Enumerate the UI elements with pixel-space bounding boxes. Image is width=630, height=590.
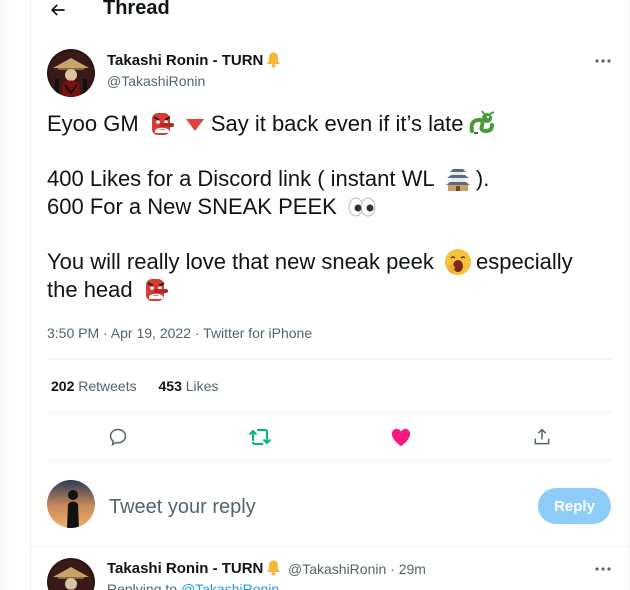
tweet-text-segment: 400 Likes for a Discord link ( instant W… bbox=[47, 166, 440, 191]
reply-bubble-icon bbox=[109, 428, 127, 446]
reply-handle-time[interactable]: @TakashiRonin · 29m bbox=[288, 561, 426, 577]
bell-icon bbox=[265, 51, 282, 74]
more-horizontal-icon bbox=[595, 59, 611, 63]
replying-prefix: Replying to bbox=[107, 581, 181, 590]
tengu-mask-emoji bbox=[145, 279, 168, 301]
more-options-button[interactable] bbox=[592, 53, 614, 69]
more-horizontal-icon bbox=[595, 567, 611, 571]
japanese-castle-emoji bbox=[445, 169, 470, 191]
like-button[interactable] bbox=[389, 425, 413, 449]
replying-to-line: Replying to @TakashiRonin bbox=[107, 581, 279, 590]
source-label[interactable]: Twitter for iPhone bbox=[203, 325, 312, 341]
retweets-stat[interactable]: 202 Retweets bbox=[51, 378, 137, 394]
tweet-text: Eyoo GM Say it back even if it’s late 40… bbox=[47, 110, 617, 304]
divider bbox=[47, 412, 613, 413]
tweet-text-segment: Say it back even if it’s late bbox=[210, 111, 464, 136]
left-panel-edge bbox=[0, 0, 12, 590]
share-icon bbox=[534, 428, 550, 445]
reply-submit-button[interactable]: Reply bbox=[538, 488, 611, 524]
page-title: Thread bbox=[103, 0, 170, 19]
heart-filled-icon bbox=[391, 428, 411, 447]
back-button[interactable] bbox=[46, 0, 70, 22]
tweet-line: 600 For a New SNEAK PEEK bbox=[47, 193, 617, 221]
thread-page: Thread Takashi Ronin - TURN @TakashiRoni… bbox=[0, 0, 630, 590]
tweet-text-segment: Eyoo GM bbox=[47, 111, 145, 136]
thread-header: Thread bbox=[30, 0, 630, 24]
divider bbox=[31, 546, 629, 547]
eyes-emoji bbox=[348, 197, 376, 217]
more-options-button[interactable] bbox=[592, 561, 614, 577]
reply-input[interactable] bbox=[109, 494, 409, 520]
author-avatar[interactable] bbox=[47, 49, 95, 97]
tweet-line: the head bbox=[47, 276, 617, 304]
yawning-face-emoji bbox=[444, 249, 471, 275]
replying-to-link[interactable]: @TakashiRonin bbox=[181, 581, 279, 590]
tweet-timestamp: 3:50 PM · Apr 19, 2022 · Twitter for iPh… bbox=[47, 325, 312, 341]
share-button[interactable] bbox=[530, 425, 554, 449]
author-handle[interactable]: @TakashiRonin bbox=[107, 73, 205, 89]
tweet-text-segment: ). bbox=[475, 166, 490, 191]
current-user-avatar[interactable] bbox=[47, 480, 95, 528]
tweet-line: You will really love that new sneak peek… bbox=[47, 248, 617, 276]
timestamp-text[interactable]: 3:50 PM · Apr 19, 2022 · bbox=[47, 325, 203, 341]
tweet-line: 400 Likes for a Discord link ( instant W… bbox=[47, 165, 617, 193]
divider bbox=[47, 359, 613, 360]
tengu-mask-emoji bbox=[151, 113, 174, 135]
tweet-stats: 202 Retweets 453 Likes bbox=[51, 378, 218, 394]
tweet-line: Eyoo GM Say it back even if it’s late bbox=[47, 110, 617, 138]
tweet-text-segment: 600 For a New SNEAK PEEK bbox=[47, 194, 343, 219]
tweet-text-segment: You will really love that new sneak peek bbox=[47, 249, 440, 274]
likes-stat[interactable]: 453 Likes bbox=[159, 378, 219, 394]
bell-icon bbox=[265, 559, 282, 582]
author-name[interactable]: Takashi Ronin - TURN bbox=[107, 52, 263, 69]
arrow-left-icon bbox=[50, 4, 65, 16]
retweet-button[interactable] bbox=[248, 425, 272, 449]
tweet-text-segment: especially bbox=[475, 249, 573, 274]
likes-count: 453 bbox=[158, 378, 182, 394]
dragon-emoji bbox=[469, 111, 494, 134]
likes-label: Likes bbox=[185, 378, 219, 394]
red-down-triangle-emoji bbox=[185, 119, 204, 131]
reply-button[interactable] bbox=[106, 425, 130, 449]
reply-author-name[interactable]: Takashi Ronin - TURN bbox=[107, 560, 263, 577]
retweet-icon bbox=[248, 429, 272, 445]
tweet-text-segment: the head bbox=[47, 277, 139, 302]
retweets-count: 202 bbox=[51, 378, 75, 394]
divider bbox=[47, 460, 613, 461]
retweets-label: Retweets bbox=[78, 378, 137, 394]
